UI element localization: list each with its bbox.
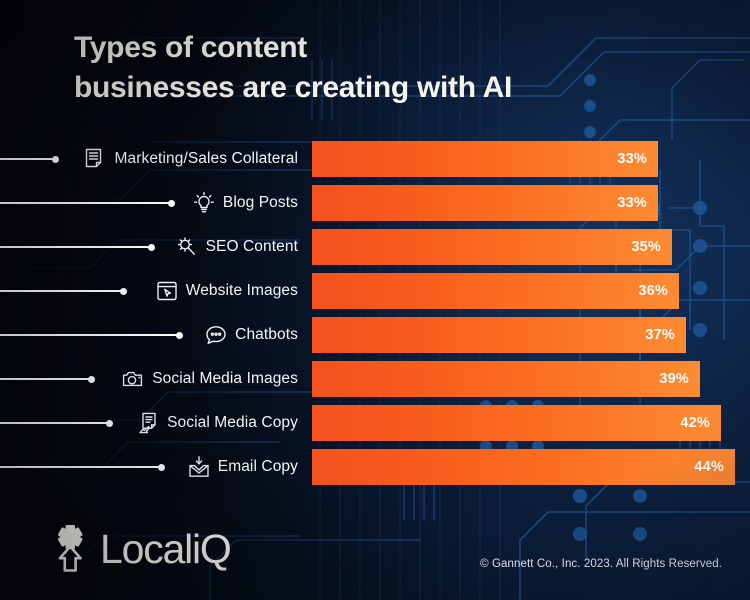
bar-value-label: 35% — [631, 239, 661, 255]
chart-row: Social Media Copy 42% — [0, 401, 750, 445]
leader-line — [0, 246, 152, 248]
leader-dot — [148, 243, 155, 251]
leader-line — [0, 202, 172, 204]
chart-row: Chatbots 37% — [0, 313, 750, 357]
row-label-group: Email Copy — [187, 445, 298, 489]
leader-line — [0, 158, 56, 160]
row-label: Website Images — [185, 282, 298, 299]
row-label-group: SEO Content — [175, 225, 298, 269]
leader-line — [0, 378, 92, 380]
bar: 42% — [312, 405, 721, 441]
bar-track: 37% — [312, 317, 750, 353]
leader-dot — [120, 287, 127, 295]
bar-value-label: 39% — [659, 371, 689, 387]
bar: 36% — [312, 273, 679, 309]
chart-row: Website Images 36% — [0, 269, 750, 313]
localiq-asterisk-icon — [57, 525, 83, 572]
bar-track: 44% — [312, 449, 750, 485]
row-label: Marketing/Sales Collateral — [114, 150, 298, 167]
row-label: Social Media Images — [152, 370, 298, 387]
chart-row: Marketing/Sales Collateral 33% — [0, 137, 750, 181]
bar-track: 42% — [312, 405, 750, 441]
chart-row: Blog Posts 33% — [0, 181, 750, 225]
row-label: Chatbots — [235, 326, 298, 343]
localiq-wordmark: LocaliQ — [100, 525, 232, 572]
document-hand-icon — [136, 411, 160, 435]
magnifier-gear-icon — [175, 235, 199, 259]
row-label-group: Marketing/Sales Collateral — [83, 137, 298, 181]
leader-line — [0, 422, 110, 424]
bar: 33% — [312, 185, 658, 221]
leader-dot — [176, 331, 183, 339]
bar-track: 39% — [312, 361, 750, 397]
bar-value-label: 42% — [680, 415, 710, 431]
bar-track: 33% — [312, 185, 750, 221]
bar-value-label: 36% — [638, 283, 668, 299]
row-label-group: Blog Posts — [192, 181, 298, 225]
camera-icon — [121, 367, 145, 391]
bar-track: 36% — [312, 273, 750, 309]
bar: 33% — [312, 141, 658, 177]
bar-track: 35% — [312, 229, 750, 265]
leader-dot — [88, 375, 95, 383]
bar: 44% — [312, 449, 735, 485]
localiq-logo: LocaliQ — [44, 522, 232, 574]
lightbulb-icon — [192, 191, 216, 215]
title-line-2: businesses are creating with AI — [74, 70, 513, 104]
chart-row: SEO Content 35% — [0, 225, 750, 269]
chat-bubble-icon — [204, 323, 228, 347]
leader-line — [0, 466, 162, 468]
bar-value-label: 44% — [694, 459, 724, 475]
row-label: Social Media Copy — [167, 414, 298, 431]
leader-line — [0, 334, 180, 336]
leader-dot — [168, 199, 175, 207]
chart-row: Email Copy 44% — [0, 445, 750, 489]
row-label-group: Website Images — [155, 269, 298, 313]
row-label-group: Social Media Images — [121, 357, 298, 401]
chart-row: Social Media Images 39% — [0, 357, 750, 401]
bar-track: 33% — [312, 141, 750, 177]
row-label-group: Social Media Copy — [136, 401, 298, 445]
row-label: SEO Content — [205, 238, 298, 255]
leader-dot — [106, 419, 113, 427]
infographic-canvas: Types of content businesses are creating… — [0, 0, 750, 600]
bar: 35% — [312, 229, 672, 265]
row-label: Blog Posts — [222, 194, 298, 211]
bar-chart: Marketing/Sales Collateral 33% Blog Posts 3… — [0, 137, 750, 489]
bar-value-label: 37% — [645, 327, 675, 343]
copyright-text: © Gannett Co., Inc. 2023. All Rights Res… — [480, 558, 722, 570]
browser-cursor-icon — [155, 279, 179, 303]
leader-line — [0, 290, 124, 292]
bar-value-label: 33% — [617, 151, 647, 167]
bar: 37% — [312, 317, 686, 353]
envelope-download-icon — [187, 455, 211, 479]
leader-dot — [52, 155, 59, 163]
row-label: Email Copy — [217, 458, 298, 475]
leader-dot — [158, 463, 165, 471]
page-title: Types of content businesses are creating… — [74, 28, 634, 107]
title-line-1: Types of content — [74, 31, 307, 64]
row-label-group: Chatbots — [204, 313, 298, 357]
bar: 39% — [312, 361, 700, 397]
bar-value-label: 33% — [617, 195, 647, 211]
document-lines-icon — [83, 147, 107, 171]
